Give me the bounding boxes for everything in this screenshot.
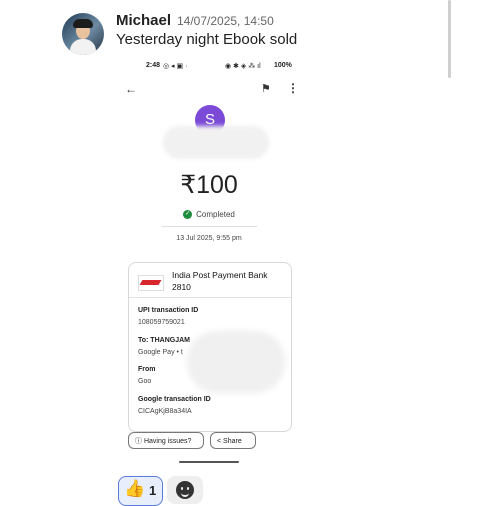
transaction-card: India Post Payment Bank 2810 UPI transac… [128, 262, 292, 432]
divider [162, 226, 257, 227]
from-label: From [138, 366, 156, 373]
google-txn-label: Google transaction ID [138, 396, 211, 403]
attached-screenshot[interactable]: 2:48 ◎ ◂ ▣ · ◉ ✱ ◈ ⁂ ıl 100% ← ⚑ ⋮ S ₹10… [115, 56, 303, 468]
status-time: 2:48 [146, 62, 161, 69]
avatar-shirt [70, 39, 96, 55]
from-value: Goo [138, 378, 152, 385]
smiley-icon [176, 481, 194, 499]
upi-id-value: 108059759021 [138, 319, 185, 326]
bank-logo-icon [138, 275, 164, 291]
back-arrow-icon: ← [125, 82, 137, 96]
payment-amount: ₹100 [180, 171, 238, 199]
upi-id-label: UPI transaction ID [138, 307, 199, 314]
to-label: To: THANGJAM [138, 337, 190, 344]
reaction-count: 1 [149, 483, 157, 498]
flag-icon: ⚑ [261, 83, 271, 95]
scrollbar[interactable] [448, 0, 451, 78]
payment-date: 13 Jul 2025, 9:55 pm [176, 235, 242, 242]
google-txn-value: CICAgKjB8a34IA [138, 408, 192, 415]
home-indicator [179, 461, 239, 463]
to-value: Google Pay • t [138, 349, 183, 356]
author-name[interactable]: Michael [116, 12, 171, 29]
redacted-area [163, 126, 269, 159]
thumbs-up-icon: 👍 [124, 479, 146, 498]
message-timestamp: 14/07/2025, 14:50 [177, 14, 274, 28]
message-text: Yesterday night Ebook sold [116, 31, 298, 48]
more-vert-icon: ⋮ [287, 81, 299, 95]
share-button: < Share [210, 432, 256, 449]
redacted-area [187, 331, 285, 393]
having-issues-button: ⓘ Having issues? [128, 432, 204, 449]
notification-icons: ◎ ◂ ▣ · [163, 63, 188, 70]
battery-level: 100% [274, 62, 292, 69]
payment-status: ✓ Completed [115, 210, 303, 220]
card-divider [129, 297, 291, 298]
user-avatar[interactable] [62, 13, 104, 55]
system-icons: ◉ ✱ ◈ ⁂ ıl [225, 63, 261, 70]
avatar-hair [73, 19, 93, 28]
status-text: Completed [196, 210, 235, 219]
thumbs-up-reaction[interactable]: 👍 1 [118, 476, 163, 506]
help-icon: ⓘ [135, 438, 144, 445]
check-icon: ✓ [183, 210, 193, 220]
bank-name: India Post Payment Bank 2810 [172, 270, 268, 292]
